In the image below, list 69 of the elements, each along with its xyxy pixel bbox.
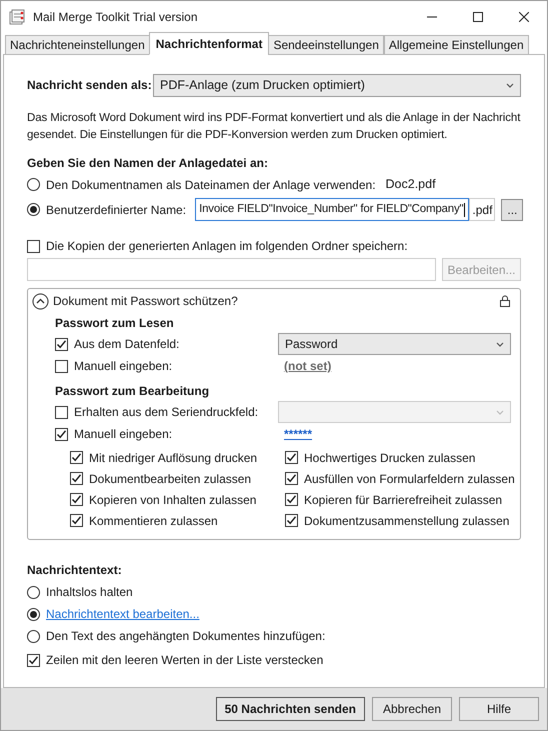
radio-label: Inhaltslos halten: [46, 584, 133, 601]
checkbox[interactable]: [285, 472, 298, 485]
radio-button[interactable]: [27, 630, 40, 642]
checkbox-label: Dokumentzusammenstellung zulassen: [304, 512, 510, 530]
checkbox-label: Hochwertiges Drucken zulassen: [304, 450, 476, 466]
close-icon: [519, 12, 529, 22]
checkbox[interactable]: [285, 493, 298, 506]
file-name: Doc2.pdf: [386, 176, 436, 194]
maximize-icon: [473, 12, 483, 22]
checkbox-label: Kopieren von Inhalten zulassen: [89, 492, 256, 508]
lock-icon: [500, 295, 510, 307]
description-text: Das Microsoft Word Dokument wird ins PDF-Format konvertiert und als die Anlage in der Nachricht gesendet. Die Einstellungen für die PDF-Konversion werden zum Drucken optimiert.: [27, 111, 521, 143]
radio-button[interactable]: [27, 608, 40, 620]
checkbox-label: Mit niedriger Auflösung drucken: [89, 450, 258, 466]
checkbox[interactable]: [70, 493, 83, 506]
subsection-heading: Passwort zum Bearbeitung: [55, 383, 210, 400]
checkbox[interactable]: [70, 514, 83, 527]
radio-label: Den Dokumentnamen als Dateinamen der Anlage verwenden:: [46, 176, 376, 194]
group-title: Dokument mit Passwort schützen?: [53, 293, 238, 310]
checkbox[interactable]: [285, 514, 298, 527]
chevron-down-icon: [496, 410, 504, 414]
dialog-button[interactable]: Abbrechen: [372, 697, 452, 721]
checkbox-label: Zeilen mit den leeren Werten in der Liste verstecken: [46, 652, 324, 669]
subsection-heading: Passwort zum Lesen: [55, 315, 175, 332]
radio-button[interactable]: [27, 178, 40, 191]
checkbox[interactable]: [27, 654, 40, 666]
dropdown[interactable]: PDF-Anlage (zum Drucken optimiert): [153, 74, 521, 96]
folder-field[interactable]: [27, 258, 436, 281]
tab[interactable]: Sendeeinstellungen: [268, 35, 384, 55]
dropdown[interactable]: Password: [278, 333, 511, 355]
radio-label: Den Text des angehängten Dokumentes hinzufügen:: [46, 628, 326, 645]
checkbox[interactable]: [70, 472, 83, 485]
tab[interactable]: Nachrichteneinstellungen: [5, 35, 150, 55]
chevron-down-icon: [496, 342, 504, 346]
checkbox[interactable]: [27, 240, 40, 252]
checkbox-label: Kopieren für Barrierefreiheit zulassen: [304, 492, 502, 508]
tab[interactable]: Nachrichtenformat: [148, 32, 270, 55]
tab[interactable]: Allgemeine Einstellungen: [384, 35, 529, 55]
checkbox[interactable]: [55, 360, 68, 372]
password-link[interactable]: (not set): [284, 357, 332, 375]
extension-label: .pdf: [469, 198, 496, 221]
section-heading: Geben Sie den Namen der Anlagedatei an:: [27, 155, 269, 172]
checkbox[interactable]: [285, 451, 298, 464]
radio-label: Benutzerdefinierter Name:: [46, 202, 186, 218]
checkbox-label: Die Kopien der generierten Anlagen im folgenden Ordner speichern:: [46, 238, 408, 255]
dialog-button[interactable]: Hilfe: [459, 697, 539, 721]
window-title: Mail Merge Toolkit Trial version: [33, 8, 198, 26]
checkbox[interactable]: [55, 428, 68, 440]
checkbox-label: Aus dem Datenfeld:: [74, 336, 180, 353]
checkbox-label: Manuell eingeben:: [74, 358, 172, 375]
checkbox-label: Ausfüllen von Formularfeldern zulassen: [304, 470, 515, 488]
checkbox-label: Erhalten aus dem Seriendruckfeld:: [74, 404, 258, 421]
radio-button[interactable]: [27, 203, 40, 216]
section-heading: Nachrichtentext:: [27, 562, 123, 579]
checkbox[interactable]: [70, 451, 83, 464]
checkbox-label: Kommentieren zulassen: [89, 512, 218, 530]
checkbox-label: Dokumentbearbeiten zulassen: [89, 470, 252, 488]
collapse-toggle[interactable]: [32, 292, 49, 310]
chevron-down-icon: [506, 82, 514, 88]
browse-button[interactable]: ...: [501, 198, 524, 220]
radio-button[interactable]: [27, 586, 40, 598]
edit-message-link[interactable]: Nachrichtentext bearbeiten...: [46, 605, 200, 623]
field-label: Nachricht senden als:: [27, 77, 153, 94]
checkbox-label: Manuell eingeben:: [74, 426, 172, 443]
checkbox[interactable]: [55, 338, 68, 350]
file-name-field[interactable]: Invoice FIELD"Invoice_Number" for FIELD"Company": [195, 198, 470, 221]
dialog-button[interactable]: 50 Nachrichten senden: [216, 697, 365, 721]
password-link[interactable]: ******: [284, 425, 312, 443]
app-icon: [9, 8, 25, 24]
